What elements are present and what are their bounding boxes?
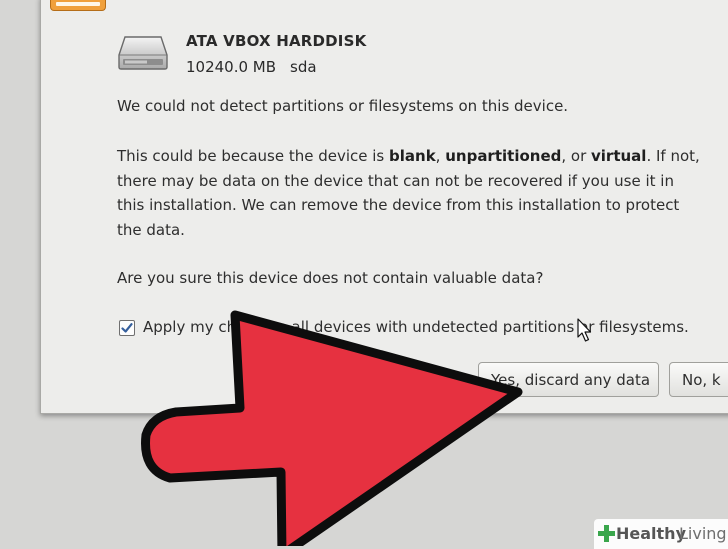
mouse-cursor-icon xyxy=(577,318,592,342)
healthy-living-watermark: Healthy Living xyxy=(594,519,728,549)
red-arrow-overlay xyxy=(141,310,523,546)
watermark-brand-living: Living xyxy=(679,524,727,543)
plus-logo-icon xyxy=(598,525,615,542)
watermark-brand-healthy: Healthy xyxy=(616,524,686,543)
